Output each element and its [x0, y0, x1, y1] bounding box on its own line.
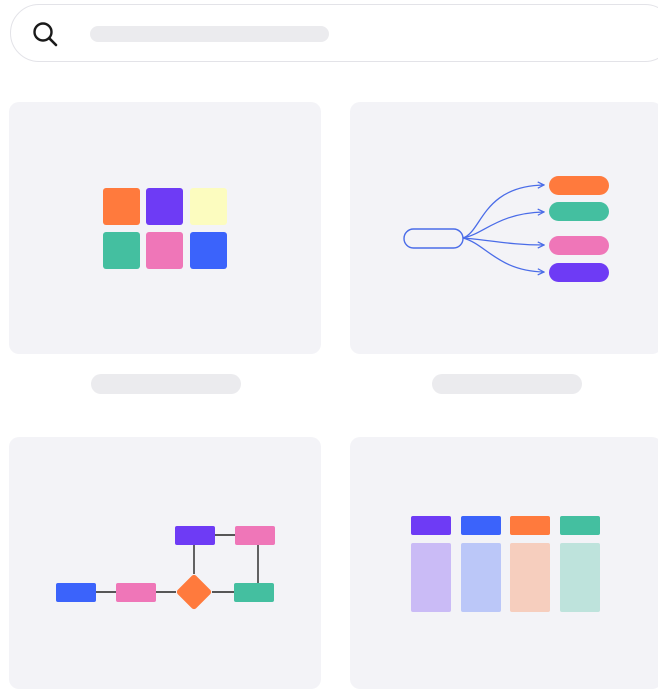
grid-cell-orange [103, 188, 140, 225]
template-card-kanban[interactable] [350, 437, 658, 689]
flowchart-decision-orange [176, 574, 212, 610]
kanban-board-icon [411, 516, 600, 612]
kanban-header-blue [461, 516, 501, 535]
kanban-column-orange [510, 543, 550, 612]
kanban-column-blue [461, 543, 501, 612]
grid-cell-yellow [190, 188, 227, 225]
mind-map-child-orange [549, 176, 609, 195]
flowchart-node-purple [175, 526, 215, 545]
grid-cell-purple [146, 188, 183, 225]
grid-cell-pink [146, 232, 183, 269]
mind-map-connector [462, 212, 544, 239]
mind-map-child-pink [549, 236, 609, 255]
template-card-color-grid[interactable] [9, 102, 321, 354]
flowchart-icon [56, 526, 275, 610]
kanban-column-purple [411, 543, 451, 612]
mind-map-root-node [403, 228, 464, 249]
kanban-header-purple [411, 516, 451, 535]
template-caption [91, 374, 241, 394]
template-card-mind-map[interactable] [350, 102, 658, 354]
kanban-header-orange [510, 516, 550, 535]
mind-map-connector [462, 185, 544, 239]
color-grid-icon [103, 188, 227, 269]
search-bar[interactable] [10, 4, 658, 62]
kanban-header-teal [560, 516, 600, 535]
mind-map-child-purple [549, 263, 609, 282]
mind-map-icon [403, 176, 609, 282]
grid-cell-teal [103, 232, 140, 269]
template-caption [432, 374, 582, 394]
mind-map-child-teal [549, 202, 609, 221]
grid-cell-blue [190, 232, 227, 269]
search-icon [33, 22, 58, 47]
search-input[interactable] [90, 26, 329, 42]
flowchart-node-blue [56, 583, 96, 602]
flowchart-node-pink [235, 526, 275, 545]
flowchart-node-pink [116, 583, 156, 602]
template-card-flowchart[interactable] [9, 437, 321, 689]
kanban-column-teal [560, 543, 600, 612]
flowchart-node-teal [234, 583, 274, 602]
